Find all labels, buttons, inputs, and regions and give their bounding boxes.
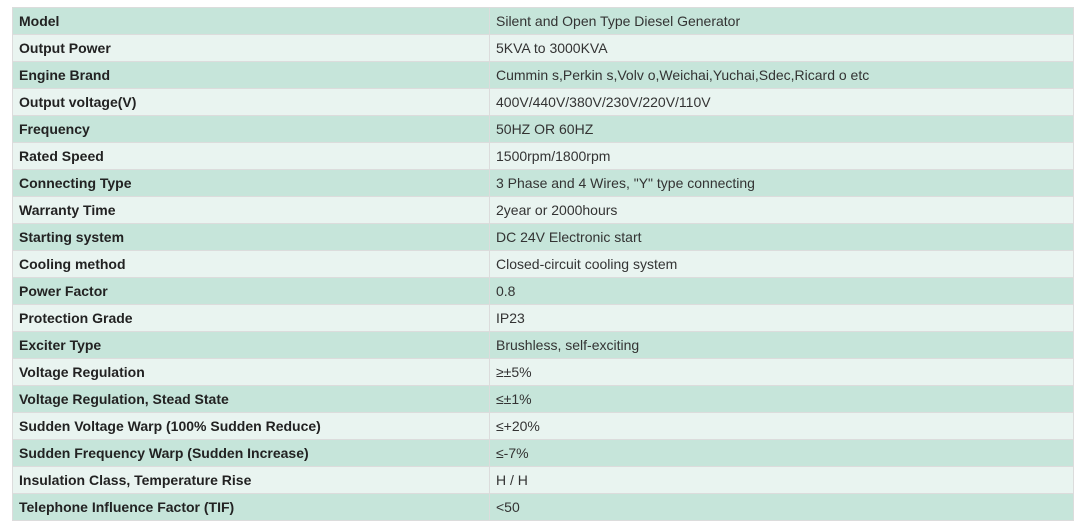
- spec-value: 400V/440V/380V/230V/220V/110V: [489, 88, 1074, 116]
- spec-label: Sudden Voltage Warp (100% Sudden Reduce): [12, 412, 490, 440]
- spec-value: 50HZ OR 60HZ: [489, 115, 1074, 143]
- spec-value: 0.8: [489, 277, 1074, 305]
- table-row: Output voltage(V) 400V/440V/380V/230V/220…: [12, 88, 1074, 116]
- table-row: Engine Brand Cummin s,Perkin s,Volv o,Wei…: [12, 61, 1074, 89]
- spec-label: Output Power: [12, 34, 490, 62]
- table-row: Voltage Regulation, Stead State ≤±1%: [12, 385, 1074, 413]
- spec-value: <50: [489, 493, 1074, 521]
- table-row: Starting system DC 24V Electronic start: [12, 223, 1074, 251]
- spec-label: Cooling method: [12, 250, 490, 278]
- spec-table-body: Model Silent and Open Type Diesel Generat…: [12, 7, 1074, 521]
- spec-value: DC 24V Electronic start: [489, 223, 1074, 251]
- table-row: Sudden Frequency Warp (Sudden Increase) ≤…: [12, 439, 1074, 467]
- spec-value: Closed-circuit cooling system: [489, 250, 1074, 278]
- spec-label: Output voltage(V): [12, 88, 490, 116]
- table-row: Protection Grade IP23: [12, 304, 1074, 332]
- spec-label: Sudden Frequency Warp (Sudden Increase): [12, 439, 490, 467]
- spec-label: Exciter Type: [12, 331, 490, 359]
- spec-value: Brushless, self-exciting: [489, 331, 1074, 359]
- spec-value: ≤+20%: [489, 412, 1074, 440]
- spec-label: Warranty Time: [12, 196, 490, 224]
- spec-label: Connecting Type: [12, 169, 490, 197]
- spec-value: ≥±5%: [489, 358, 1074, 386]
- spec-label: Insulation Class, Temperature Rise: [12, 466, 490, 494]
- spec-label: Engine Brand: [12, 61, 490, 89]
- spec-label: Model: [12, 7, 490, 35]
- spec-label: Protection Grade: [12, 304, 490, 332]
- spec-value: 1500rpm/1800rpm: [489, 142, 1074, 170]
- spec-value: 2year or 2000hours: [489, 196, 1074, 224]
- spec-value: ≤±1%: [489, 385, 1074, 413]
- spec-value: Silent and Open Type Diesel Generator: [489, 7, 1074, 35]
- table-row: Power Factor 0.8: [12, 277, 1074, 305]
- table-row: Rated Speed 1500rpm/1800rpm: [12, 142, 1074, 170]
- spec-label: Frequency: [12, 115, 490, 143]
- spec-value: IP23: [489, 304, 1074, 332]
- spec-value: 5KVA to 3000KVA: [489, 34, 1074, 62]
- table-row: Voltage Regulation ≥±5%: [12, 358, 1074, 386]
- spec-value: Cummin s,Perkin s,Volv o,Weichai,Yuchai,…: [489, 61, 1074, 89]
- table-row: Output Power 5KVA to 3000KVA: [12, 34, 1074, 62]
- spec-value: 3 Phase and 4 Wires, "Y" type connecting: [489, 169, 1074, 197]
- spec-label: Rated Speed: [12, 142, 490, 170]
- spec-label: Power Factor: [12, 277, 490, 305]
- table-row: Exciter Type Brushless, self-exciting: [12, 331, 1074, 359]
- table-row: Frequency 50HZ OR 60HZ: [12, 115, 1074, 143]
- table-row: Warranty Time 2year or 2000hours: [12, 196, 1074, 224]
- spec-value: ≤-7%: [489, 439, 1074, 467]
- spec-table: Model Silent and Open Type Diesel Generat…: [12, 7, 1074, 521]
- table-row: Connecting Type 3 Phase and 4 Wires, "Y" …: [12, 169, 1074, 197]
- table-row: Model Silent and Open Type Diesel Generat…: [12, 7, 1074, 35]
- spec-label: Telephone Influence Factor (TIF): [12, 493, 490, 521]
- spec-value: H / H: [489, 466, 1074, 494]
- table-row: Insulation Class, Temperature Rise H / H: [12, 466, 1074, 494]
- spec-label: Voltage Regulation: [12, 358, 490, 386]
- table-row: Cooling method Closed-circuit cooling sys…: [12, 250, 1074, 278]
- spec-label: Starting system: [12, 223, 490, 251]
- table-row: Sudden Voltage Warp (100% Sudden Reduce)…: [12, 412, 1074, 440]
- table-row: Telephone Influence Factor (TIF) <50: [12, 493, 1074, 521]
- spec-label: Voltage Regulation, Stead State: [12, 385, 490, 413]
